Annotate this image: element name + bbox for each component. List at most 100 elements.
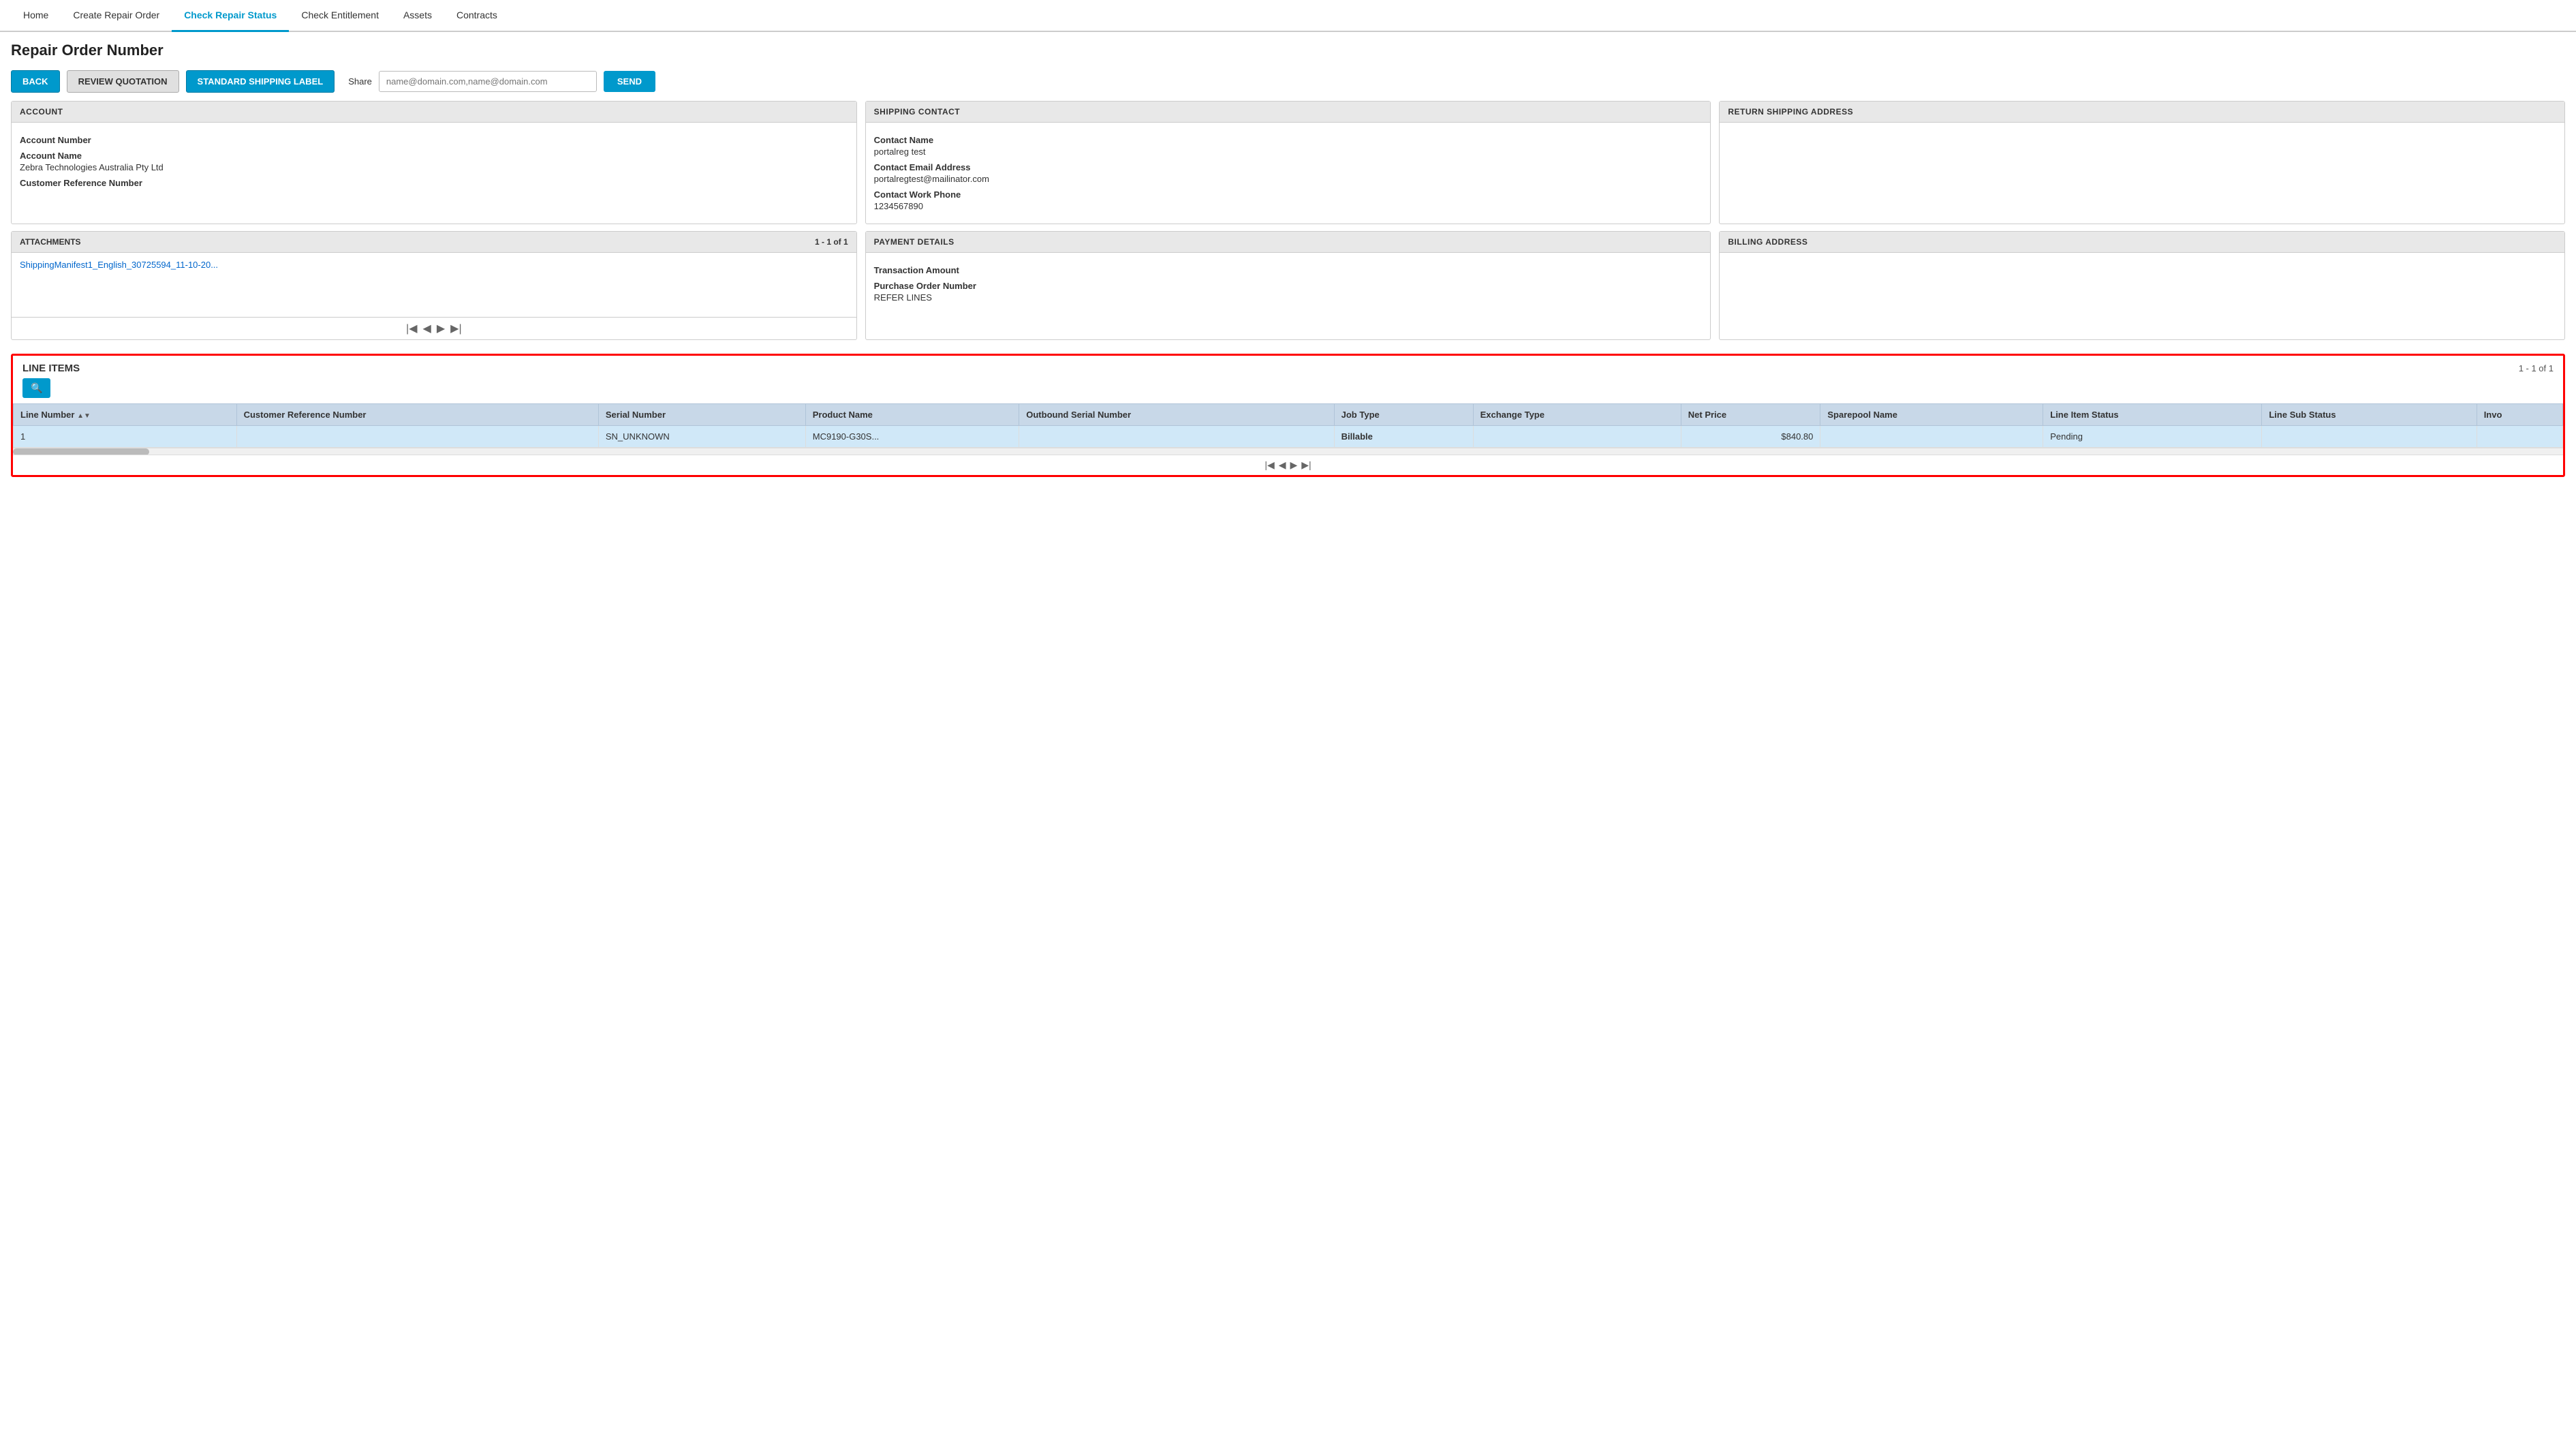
cell-line-item-status: Pending bbox=[2043, 426, 2262, 448]
col-exchange-type: Exchange Type bbox=[1473, 404, 1681, 426]
col-serial-number: Serial Number bbox=[598, 404, 805, 426]
top-panels-row: ACCOUNT Account Number Account Name Zebr… bbox=[0, 101, 2576, 231]
account-panel-header: ACCOUNT bbox=[12, 102, 856, 123]
purchase-order-value: REFER LINES bbox=[874, 292, 1703, 303]
shipping-contact-header: SHIPPING CONTACT bbox=[866, 102, 1711, 123]
cell-product-name: MC9190-G30S... bbox=[805, 426, 1019, 448]
shipping-contact-body: Contact Name portalreg test Contact Emai… bbox=[866, 123, 1711, 224]
col-net-price: Net Price bbox=[1681, 404, 1820, 426]
attachments-footer: |◀ ◀ ▶ ▶| bbox=[12, 317, 856, 339]
return-shipping-body bbox=[1720, 123, 2564, 136]
table-header-row: Line Number ▲▼ Customer Reference Number… bbox=[14, 404, 2563, 426]
scrollbar-thumb[interactable] bbox=[13, 448, 149, 455]
col-outbound-serial: Outbound Serial Number bbox=[1019, 404, 1334, 426]
cell-exchange-type bbox=[1473, 426, 1681, 448]
cell-outbound-serial bbox=[1019, 426, 1334, 448]
attachment-link[interactable]: ShippingManifest1_English_30725594_11-10… bbox=[20, 260, 218, 270]
col-sparepool: Sparepool Name bbox=[1820, 404, 2043, 426]
nav-item-assets[interactable]: Assets bbox=[391, 0, 444, 32]
col-product-name: Product Name bbox=[805, 404, 1019, 426]
prev-page-icon[interactable]: ◀ bbox=[423, 322, 431, 335]
toolbar: BACK REVIEW QUOTATION STANDARD SHIPPING … bbox=[0, 65, 2576, 101]
page-title: Repair Order Number bbox=[0, 32, 2576, 65]
account-name-label: Account Name bbox=[20, 151, 848, 161]
cell-invoice bbox=[2477, 426, 2562, 448]
last-page-icon[interactable]: ▶| bbox=[450, 322, 461, 335]
nav-bar: HomeCreate Repair OrderCheck Repair Stat… bbox=[0, 0, 2576, 32]
attachments-count: 1 - 1 of 1 bbox=[815, 237, 848, 247]
standard-shipping-label-button[interactable]: STANDARD SHIPPING LABEL bbox=[186, 70, 335, 93]
shipping-contact-panel: SHIPPING CONTACT Contact Name portalreg … bbox=[865, 101, 1711, 224]
nav-item-check-entitlement[interactable]: Check Entitlement bbox=[289, 0, 391, 32]
nav-item-create-repair-order[interactable]: Create Repair Order bbox=[61, 0, 172, 32]
col-job-type: Job Type bbox=[1334, 404, 1473, 426]
payment-details-panel: PAYMENT DETAILS Transaction Amount Purch… bbox=[865, 231, 1711, 340]
attachments-body: ShippingManifest1_English_30725594_11-10… bbox=[12, 253, 856, 317]
table-row: 1 SN_UNKNOWN MC9190-G30S... Billable $84… bbox=[14, 426, 2563, 448]
payment-details-body: Transaction Amount Purchase Order Number… bbox=[866, 253, 1711, 315]
cell-line-number: 1 bbox=[14, 426, 237, 448]
line-items-section: LINE ITEMS 1 - 1 of 1 🔍 Line Number ▲▼ C… bbox=[11, 354, 2565, 477]
col-invoice: Invo bbox=[2477, 404, 2562, 426]
payment-details-header: PAYMENT DETAILS bbox=[866, 232, 1711, 253]
billing-address-body bbox=[1720, 253, 2564, 266]
line-items-title: LINE ITEMS bbox=[22, 363, 80, 374]
review-quotation-button[interactable]: REVIEW QUOTATION bbox=[67, 70, 179, 93]
account-number-label: Account Number bbox=[20, 135, 848, 145]
return-shipping-panel: RETURN SHIPPING ADDRESS bbox=[1719, 101, 2565, 224]
attachments-panel: ATTACHMENTS 1 - 1 of 1 ShippingManifest1… bbox=[11, 231, 857, 340]
line-items-table: Line Number ▲▼ Customer Reference Number… bbox=[13, 403, 2563, 448]
nav-item-contracts[interactable]: Contracts bbox=[444, 0, 510, 32]
account-name-value: Zebra Technologies Australia Pty Ltd bbox=[20, 162, 848, 172]
return-shipping-header: RETURN SHIPPING ADDRESS bbox=[1720, 102, 2564, 123]
contact-name-group: Contact Name portalreg test bbox=[874, 135, 1703, 157]
account-panel: ACCOUNT Account Number Account Name Zebr… bbox=[11, 101, 857, 224]
billing-address-header: BILLING ADDRESS bbox=[1720, 232, 2564, 253]
account-number-group: Account Number bbox=[20, 135, 848, 145]
transaction-amount-group: Transaction Amount bbox=[874, 265, 1703, 275]
account-name-group: Account Name Zebra Technologies Australi… bbox=[20, 151, 848, 172]
contact-email-label: Contact Email Address bbox=[874, 162, 1703, 172]
cell-serial-number: SN_UNKNOWN bbox=[598, 426, 805, 448]
contact-name-label: Contact Name bbox=[874, 135, 1703, 145]
col-line-number: Line Number ▲▼ bbox=[14, 404, 237, 426]
customer-ref-group: Customer Reference Number bbox=[20, 178, 848, 188]
nav-item-check-repair-status[interactable]: Check Repair Status bbox=[172, 0, 289, 32]
contact-name-value: portalreg test bbox=[874, 147, 1703, 157]
col-line-sub-status: Line Sub Status bbox=[2262, 404, 2477, 426]
table-first-page-icon[interactable]: |◀ bbox=[1264, 459, 1274, 471]
cell-customer-ref bbox=[236, 426, 598, 448]
first-page-icon[interactable]: |◀ bbox=[406, 322, 417, 335]
contact-phone-value: 1234567890 bbox=[874, 201, 1703, 211]
cell-sparepool bbox=[1820, 426, 2043, 448]
share-label: Share bbox=[348, 76, 372, 87]
table-last-page-icon[interactable]: ▶| bbox=[1301, 459, 1311, 471]
share-email-input[interactable] bbox=[379, 71, 597, 92]
col-customer-ref: Customer Reference Number bbox=[236, 404, 598, 426]
table-prev-page-icon[interactable]: ◀ bbox=[1279, 459, 1286, 471]
account-panel-body: Account Number Account Name Zebra Techno… bbox=[12, 123, 856, 200]
attachments-title: ATTACHMENTS bbox=[20, 237, 81, 247]
line-items-table-wrapper: Line Number ▲▼ Customer Reference Number… bbox=[13, 403, 2563, 455]
contact-phone-label: Contact Work Phone bbox=[874, 189, 1703, 200]
contact-email-group: Contact Email Address portalregtest@mail… bbox=[874, 162, 1703, 184]
horizontal-scrollbar[interactable] bbox=[13, 448, 2563, 455]
purchase-order-group: Purchase Order Number REFER LINES bbox=[874, 281, 1703, 303]
back-button[interactable]: BACK bbox=[11, 70, 60, 93]
col-line-item-status: Line Item Status bbox=[2043, 404, 2262, 426]
contact-phone-group: Contact Work Phone 1234567890 bbox=[874, 189, 1703, 211]
nav-item-home[interactable]: Home bbox=[11, 0, 61, 32]
bottom-panels-row: ATTACHMENTS 1 - 1 of 1 ShippingManifest1… bbox=[0, 231, 2576, 347]
table-next-page-icon[interactable]: ▶ bbox=[1290, 459, 1298, 471]
table-footer: |◀ ◀ ▶ ▶| bbox=[13, 455, 2563, 475]
transaction-amount-label: Transaction Amount bbox=[874, 265, 1703, 275]
attachments-header: ATTACHMENTS 1 - 1 of 1 bbox=[12, 232, 856, 253]
billing-address-panel: BILLING ADDRESS bbox=[1719, 231, 2565, 340]
line-items-count: 1 - 1 of 1 bbox=[2519, 363, 2554, 373]
next-page-icon[interactable]: ▶ bbox=[437, 322, 445, 335]
cell-net-price: $840.80 bbox=[1681, 426, 1820, 448]
send-button[interactable]: SEND bbox=[604, 71, 655, 92]
line-items-search-button[interactable]: 🔍 bbox=[22, 378, 50, 398]
line-items-header: LINE ITEMS 1 - 1 of 1 bbox=[13, 356, 2563, 378]
contact-email-value: portalregtest@mailinator.com bbox=[874, 174, 1703, 184]
